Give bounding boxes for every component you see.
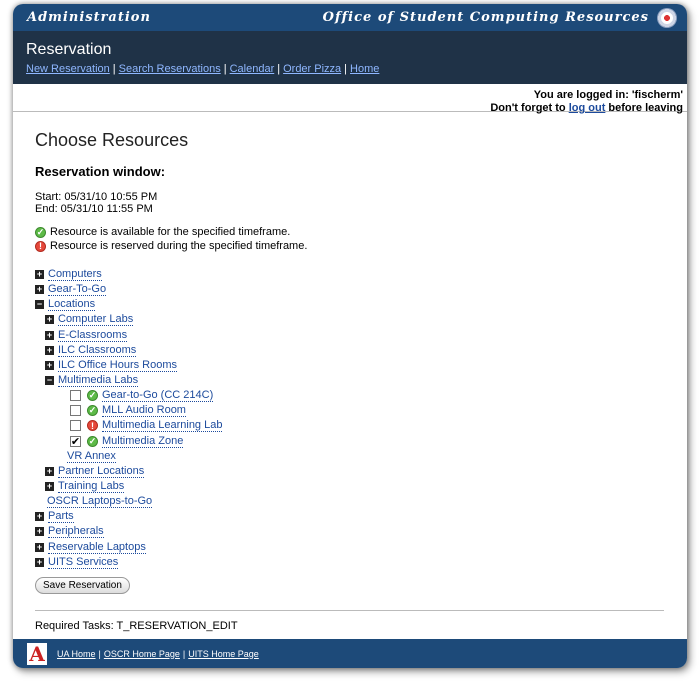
expand-icon[interactable]: +: [45, 466, 54, 476]
divider: [35, 609, 664, 611]
tree-item: OSCR Laptops-to-Go: [47, 495, 153, 509]
end-time: End: 05/31/10 11:55 PM: [35, 203, 153, 215]
footer-oscr-home[interactable]: OSCR Home Page: [104, 649, 180, 659]
expand-icon[interactable]: +: [35, 512, 44, 522]
nav-order-pizza[interactable]: Order Pizza: [283, 63, 341, 75]
top-banner: Administration Office of Student Computi…: [13, 4, 687, 31]
main-nav: New Reservation | Search Reservations | Cale…: [26, 63, 380, 75]
available-icon: ✓: [87, 405, 98, 417]
expand-icon[interactable]: +: [35, 527, 44, 537]
tree-item: + Peripherals: [35, 525, 104, 539]
resource-checkbox[interactable]: [70, 390, 81, 402]
logged-in-text: You are logged in: 'fischerm': [533, 89, 683, 101]
org-title: Office of Student Computing Resources: [322, 10, 649, 25]
resource-checkbox-checked[interactable]: ✔: [70, 435, 81, 448]
tree-item: + Computers: [35, 268, 102, 282]
tree-item: + Partner Locations: [45, 464, 145, 478]
reserved-icon: !: [87, 420, 98, 432]
resource-item: ✔ ✓ Multimedia Zone: [70, 434, 184, 448]
expand-icon[interactable]: +: [45, 360, 54, 370]
expand-icon[interactable]: +: [35, 557, 44, 567]
nav-calendar[interactable]: Calendar: [230, 63, 275, 75]
page-header: Reservation New Reservation | Search Reser…: [13, 31, 687, 84]
tree-item: − Multimedia Labs: [45, 374, 139, 388]
app-window: Administration Office of Student Computi…: [13, 4, 687, 668]
tree-item: + Computer Labs: [45, 313, 134, 327]
gear-logo-icon: [657, 7, 677, 28]
expand-icon[interactable]: +: [35, 270, 44, 280]
tree-item: + Gear-To-Go: [35, 283, 107, 297]
save-reservation-button[interactable]: Save Reservation: [35, 576, 130, 594]
tree-item: − Locations: [35, 298, 96, 312]
nav-new-reservation[interactable]: New Reservation: [26, 63, 110, 75]
tree-item: + ILC Office Hours Rooms: [45, 358, 178, 372]
resource-item: ✓ Gear-to-Go (CC 214C): [35, 388, 664, 403]
expand-icon[interactable]: +: [35, 285, 44, 295]
main-content: Choose Resources Reservation window: Sta…: [13, 112, 687, 632]
resource-tree: + Computers + Gear-To-Go − Locations + Compu…: [35, 267, 664, 570]
start-time: Start: 05/31/10 10:55 PM: [35, 191, 158, 203]
nav-home[interactable]: Home: [350, 63, 379, 75]
resource-checkbox[interactable]: [70, 405, 81, 417]
resource-checkbox[interactable]: [70, 420, 81, 432]
required-tasks: Required Tasks: T_RESERVATION_EDIT: [35, 619, 238, 632]
tree-item: + Training Labs: [45, 480, 125, 494]
ua-logo-icon[interactable]: A: [25, 640, 49, 667]
tree-item: + ILC Classrooms: [45, 343, 137, 357]
tree-item: + E-Classrooms: [45, 328, 128, 342]
available-icon: ✓: [87, 435, 98, 447]
reserved-icon: !: [35, 240, 46, 252]
expand-icon[interactable]: +: [35, 542, 44, 552]
tree-item: + Parts: [35, 510, 74, 524]
login-status: You are logged in: 'fischerm' Don't forg…: [13, 84, 687, 114]
expand-icon[interactable]: +: [45, 315, 54, 325]
expand-icon[interactable]: +: [45, 345, 54, 355]
collapse-icon[interactable]: −: [35, 300, 44, 310]
tree-item: + UITS Services: [35, 555, 119, 569]
footer-ua-home[interactable]: UA Home: [57, 649, 96, 659]
resource-item: ✓ MLL Audio Room: [35, 403, 664, 418]
available-icon: ✓: [35, 226, 46, 238]
reservation-window: Start: 05/31/10 10:55 PM End: 05/31/10 1…: [35, 191, 664, 215]
page-title: Choose Resources: [35, 130, 189, 150]
nav-search-reservations[interactable]: Search Reservations: [119, 63, 221, 75]
expand-icon[interactable]: +: [45, 482, 54, 492]
section-title: Reservation: [26, 41, 112, 58]
collapse-icon[interactable]: −: [45, 376, 54, 386]
admin-label: Administration: [27, 10, 151, 25]
available-icon: ✓: [87, 390, 98, 402]
footer: A UA Home | OSCR Home Page | UITS Home Page: [13, 639, 687, 668]
expand-icon[interactable]: +: [45, 330, 54, 340]
resource-item: ! Multimedia Learning Lab: [35, 418, 664, 433]
footer-uits-home[interactable]: UITS Home Page: [188, 649, 259, 659]
tree-item: VR Annex: [67, 449, 116, 463]
tree-item: + Reservable Laptops: [35, 540, 146, 554]
logout-link[interactable]: log out: [569, 102, 606, 114]
window-heading: Reservation window:: [35, 164, 166, 179]
status-legend: ✓ Resource is available for the specified…: [35, 226, 308, 252]
